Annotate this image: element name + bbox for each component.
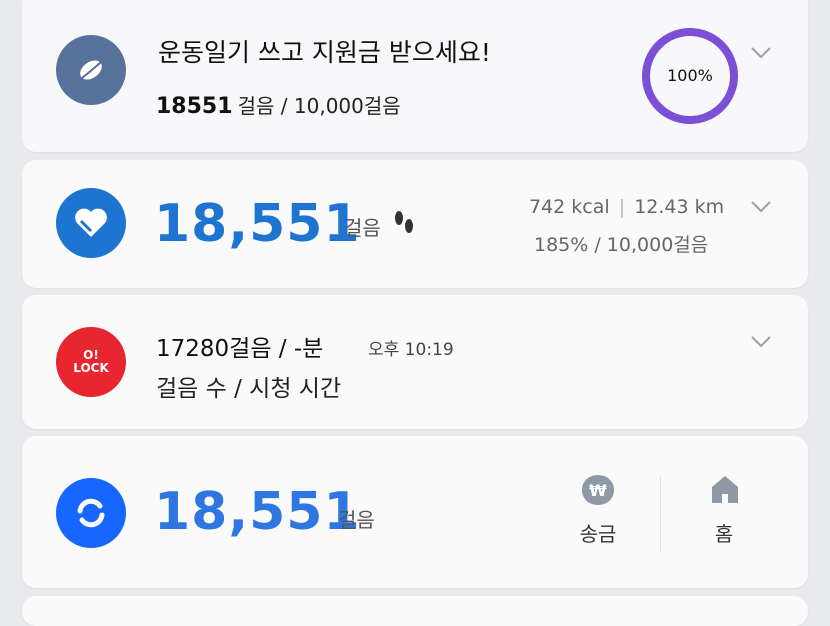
footprints-icon — [395, 211, 413, 233]
step-count: 18551 — [156, 94, 233, 119]
leaf-icon — [80, 60, 102, 80]
kcal-value: 742 kcal — [529, 196, 610, 218]
step-unit: 걸음 — [344, 216, 381, 240]
goal-percent: 185% / 10,000걸음 — [534, 234, 709, 256]
health-app-icon[interactable] — [56, 188, 126, 258]
step-goal: 걸음 / 10,000걸음 — [237, 94, 401, 118]
home-button[interactable]: 홈 — [696, 472, 752, 556]
olock-widget[interactable]: O! LOCK 17280걸음 / -분 오후 10:19 걸음 수 / 시청 … — [22, 295, 808, 429]
won-bubble-icon: ₩ — [582, 475, 614, 505]
step-count: 18,551 — [154, 482, 361, 542]
step-unit: 걸음 — [338, 508, 375, 532]
diary-app-icon[interactable] — [56, 35, 126, 105]
olock-logo-bottom: LOCK — [73, 361, 109, 375]
widget-subtitle: 걸음 수 / 시청 시간 — [156, 376, 342, 402]
exercise-diary-widget[interactable]: 운동일기 쓰고 지원금 받으세요! 18551 걸음 / 10,000걸음 10… — [22, 0, 808, 152]
toss-steps-widget[interactable]: 18,551 걸음 ₩ 송금 홈 — [22, 436, 808, 588]
widget-title: 17280걸음 / -분 — [156, 336, 324, 362]
next-widget — [22, 596, 808, 626]
heart-icon — [75, 208, 107, 237]
olock-app-icon[interactable]: O! LOCK — [56, 327, 126, 397]
toss-app-icon[interactable] — [56, 478, 126, 548]
chevron-down-icon[interactable] — [750, 200, 772, 214]
activity-stats: 742 kcal | 12.43 km — [529, 196, 725, 218]
transfer-button[interactable]: ₩ 송금 — [570, 472, 626, 556]
chevron-down-icon[interactable] — [750, 46, 772, 60]
samsung-health-steps-widget[interactable]: 18,551 걸음 742 kcal | 12.43 km 185% / 10,… — [22, 160, 808, 288]
swap-arrows-icon — [77, 498, 105, 528]
step-count: 18,551 — [154, 194, 361, 254]
transfer-label: 송금 — [579, 522, 617, 546]
home-icon — [712, 476, 738, 503]
distance-value: 12.43 km — [634, 196, 725, 218]
widget-title: 운동일기 쓰고 지원금 받으세요! — [158, 38, 491, 67]
step-summary: 18551 걸음 / 10,000걸음 — [156, 90, 401, 119]
svg-text:₩: ₩ — [589, 481, 607, 500]
home-label: 홈 — [714, 522, 734, 546]
chevron-down-icon[interactable] — [750, 335, 772, 349]
progress-label: 100% — [667, 66, 713, 85]
timestamp: 오후 10:19 — [368, 340, 454, 360]
divider — [660, 476, 661, 552]
